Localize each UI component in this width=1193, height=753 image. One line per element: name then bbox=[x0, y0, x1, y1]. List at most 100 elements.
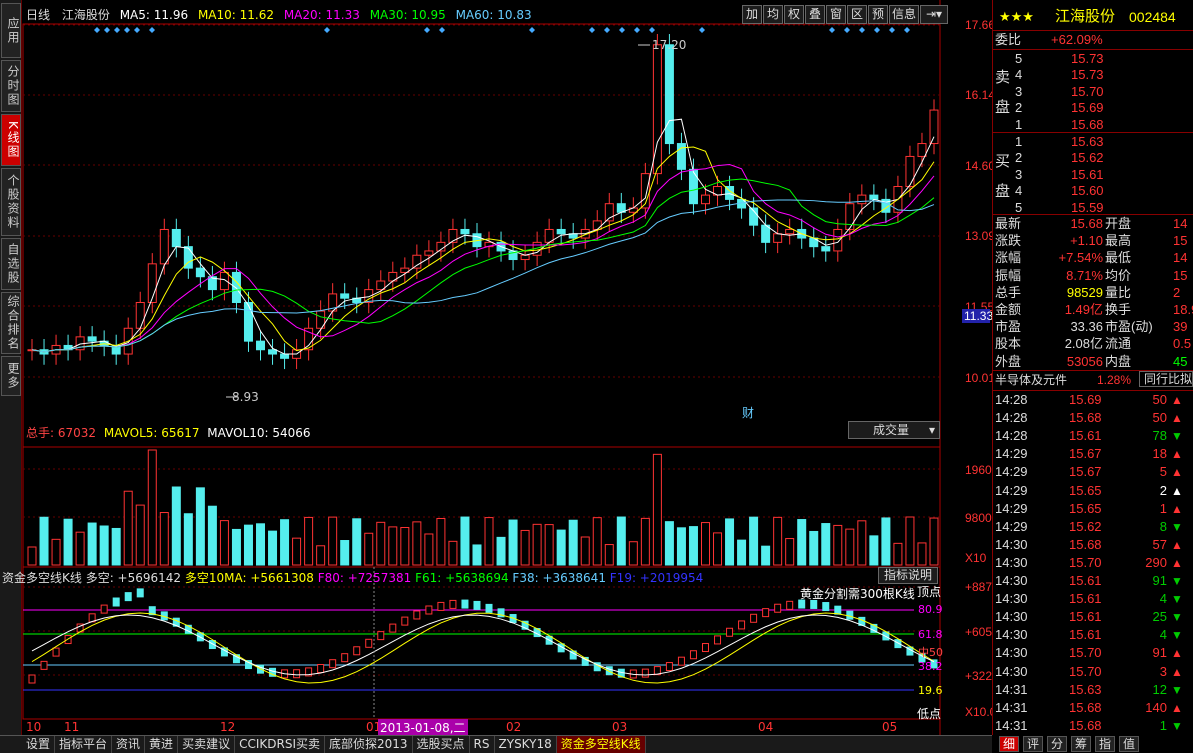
tab-ranking[interactable]: 综合排名 bbox=[1, 292, 21, 354]
tab-stock-pick[interactable]: 选股买点 bbox=[413, 736, 470, 753]
toolbar-range-button[interactable]: 区 bbox=[847, 5, 867, 24]
moving-average-line bbox=[31, 199, 935, 353]
level-number: 1 bbox=[1015, 134, 1023, 149]
tab-index[interactable]: 指 bbox=[1095, 736, 1115, 752]
tab-chips[interactable]: 筹 bbox=[1071, 736, 1091, 752]
indicator-candle bbox=[40, 660, 48, 670]
tick-time: 14:31 bbox=[995, 681, 1028, 697]
arrow-up-icon: ▲ bbox=[1171, 447, 1183, 462]
tab-watchlist[interactable]: 自选股 bbox=[1, 238, 21, 290]
tab-trade-advice[interactable]: 买卖建议 bbox=[178, 736, 236, 753]
tick-volume: 5 bbox=[1159, 464, 1167, 480]
volume-bar bbox=[231, 528, 241, 566]
volume-bar bbox=[39, 516, 49, 566]
tab-value[interactable]: 值 bbox=[1119, 736, 1139, 752]
tick-row: 14:31 15.63 12 ▼ bbox=[993, 681, 1193, 699]
volume-bar bbox=[737, 539, 747, 566]
tab-apps[interactable]: 应用 bbox=[1, 3, 21, 58]
level-number: 2 bbox=[1015, 150, 1023, 166]
toolbar-add-button[interactable]: 加 bbox=[742, 5, 762, 24]
toolbar-info-button[interactable]: 信息 bbox=[889, 5, 919, 24]
toolbar-more-button[interactable]: ⇥▾ bbox=[920, 5, 948, 24]
sector-row[interactable]: 半导体及元件 1.28% 同行比拟 bbox=[993, 371, 1193, 389]
volume-bar bbox=[304, 516, 314, 566]
tick-volume: 12 bbox=[1152, 681, 1167, 697]
tab-ccikdrsi[interactable]: CCIKDRSI买卖 bbox=[235, 736, 325, 753]
indicator-help-button[interactable]: 指标说明 bbox=[878, 567, 938, 584]
event-diamond-icon bbox=[589, 27, 595, 33]
quote-panel: ★★★ 江海股份 002484 委比 +62.09% 卖盘 5 15.73 4 15.… bbox=[992, 0, 1193, 752]
buy-level-row[interactable]: 4 15.60 bbox=[993, 182, 1193, 200]
stat-label: 外盘 bbox=[995, 353, 1022, 369]
tab-review[interactable]: 评 bbox=[1023, 736, 1043, 752]
toolbar-window-button[interactable]: 窗 bbox=[826, 5, 846, 24]
high-price-label: 17.20 bbox=[652, 38, 687, 52]
tab-minute[interactable]: 分 bbox=[1047, 736, 1067, 752]
volume-bar bbox=[809, 530, 819, 566]
indicator-candle bbox=[365, 638, 373, 648]
indicator-dropdown-value: 成交量 bbox=[873, 423, 910, 437]
bottom-point-label: 低点 bbox=[917, 707, 942, 721]
fibonacci-note: 黄金分割需300根K线 bbox=[800, 587, 915, 601]
event-diamond-icon bbox=[424, 27, 430, 33]
sell-level-row[interactable]: 1 15.68 bbox=[993, 116, 1193, 134]
tab-more[interactable]: 更多 bbox=[1, 356, 21, 396]
stat-label-2: 开盘 bbox=[1105, 216, 1132, 231]
finance-marker[interactable]: 财 bbox=[742, 404, 754, 421]
tab-stock-profile[interactable]: 个股资料 bbox=[1, 168, 21, 236]
toolbar-rights-button[interactable]: 权 bbox=[784, 5, 804, 24]
tab-settings[interactable]: 设置 bbox=[22, 736, 56, 753]
arrow-down-icon: ▼ bbox=[1171, 574, 1183, 588]
weibi-row: 委比 +62.09% bbox=[993, 31, 1193, 49]
tick-row: 14:30 15.61 4 ▼ bbox=[993, 590, 1193, 608]
chart-area[interactable]: 日线 江海股份 MA5: 11.96 MA10: 11.62 MA20: 11.… bbox=[2, 0, 1012, 736]
peer-compare-button[interactable]: 同行比拟 bbox=[1139, 371, 1193, 387]
arrow-down-icon: ▼ bbox=[1171, 519, 1183, 534]
buy-level-row[interactable]: 1 15.63 bbox=[993, 133, 1193, 151]
volume-bar bbox=[436, 518, 446, 566]
stat-value: 2.08亿 bbox=[1064, 336, 1103, 352]
buy-level-row[interactable]: 2 15.62 bbox=[993, 149, 1193, 167]
dk10-value: 多空10MA: +5661308 bbox=[184, 571, 314, 585]
tab-indicator-platform[interactable]: 指标平台 bbox=[55, 736, 113, 753]
price-tick: 14.60 bbox=[965, 159, 996, 173]
tab-fund-line[interactable]: 资金多空线K线 bbox=[556, 736, 646, 753]
volume-bar bbox=[448, 540, 458, 566]
tab-intraday[interactable]: 分时图 bbox=[1, 60, 21, 112]
tab-rs[interactable]: RS bbox=[470, 736, 495, 753]
volume-bar bbox=[532, 523, 542, 566]
tab-huangjin[interactable]: 黄进 bbox=[145, 736, 179, 753]
toolbar-forecast-button[interactable]: 预 bbox=[868, 5, 888, 24]
indicator-dropdown[interactable]: 成交量 ▾ bbox=[848, 421, 940, 439]
event-diamond-icon bbox=[149, 27, 155, 33]
toolbar-overlay-button[interactable]: 叠 bbox=[805, 5, 825, 24]
volume-bar bbox=[135, 504, 145, 566]
sell-level-row[interactable]: 3 15.70 bbox=[993, 83, 1193, 101]
tick-row: 14:30 15.70 91 ▲ bbox=[993, 644, 1193, 662]
tick-price: 15.61 bbox=[1069, 591, 1102, 607]
chevron-down-icon: ▾ bbox=[928, 423, 935, 437]
event-diamond-icon bbox=[619, 27, 625, 33]
volume-bar bbox=[111, 527, 121, 566]
toolbar-ma-button[interactable]: 均 bbox=[763, 5, 783, 24]
tab-bottom-detective[interactable]: 底部侦探2013 bbox=[325, 736, 413, 753]
tick-price: 15.68 bbox=[1069, 410, 1102, 426]
volume-bar bbox=[676, 527, 686, 566]
candle-body bbox=[424, 250, 434, 256]
tab-detail[interactable]: 细 bbox=[999, 736, 1019, 752]
dk-value: 多空: +5696142 bbox=[85, 571, 182, 585]
tab-kline[interactable]: K线图 bbox=[1, 114, 21, 166]
sell-level-row[interactable]: 2 15.69 bbox=[993, 99, 1193, 117]
tab-news[interactable]: 资讯 bbox=[112, 736, 146, 753]
sell-level-row[interactable]: 4 15.73 bbox=[993, 66, 1193, 84]
candle-body bbox=[929, 109, 939, 145]
buy-level-row[interactable]: 3 15.61 bbox=[993, 166, 1193, 184]
current-price-tag: 11.33 bbox=[962, 309, 994, 323]
stat-value: +1.10 bbox=[1070, 233, 1103, 249]
tick-volume: 25 bbox=[1152, 609, 1167, 625]
stat-row: 外盘 53056 内盘 45 bbox=[993, 353, 1193, 371]
tab-zysky18[interactable]: ZYSKY18 bbox=[495, 736, 557, 753]
indicator-candle bbox=[413, 610, 421, 620]
sell-level-row[interactable]: 5 15.73 bbox=[993, 50, 1193, 68]
volume-info-line: 总手: 67032 MAVOL5: 65617 MAVOL10: 54066 bbox=[26, 424, 311, 441]
